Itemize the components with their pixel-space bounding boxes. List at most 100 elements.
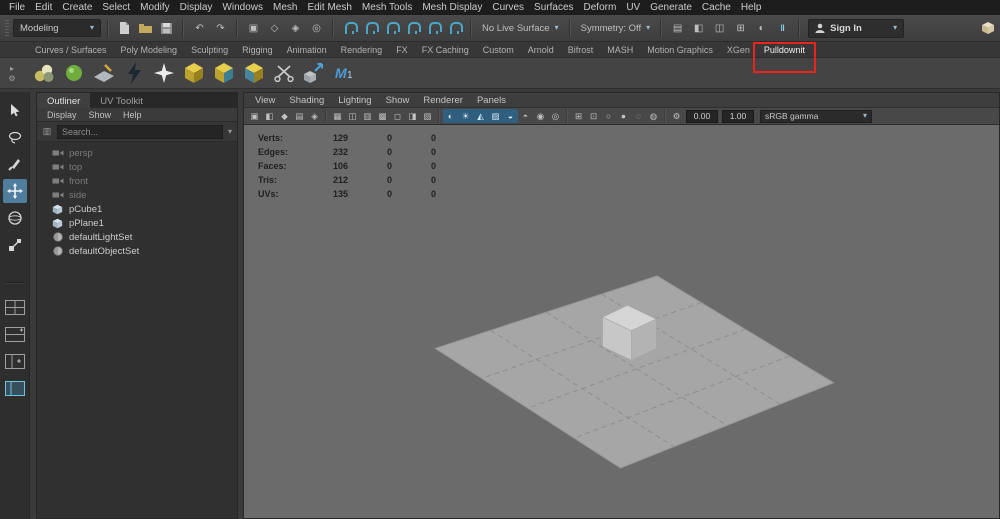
symmetry-dropdown[interactable]: Symmetry: Off ▾ [577,23,655,34]
menu-edit[interactable]: Edit [30,2,57,13]
grease-pencil-icon[interactable]: ◈ [307,109,322,123]
layout-four-pane-button[interactable] [3,297,27,317]
shelf-tab-motion-graphics[interactable]: Motion Graphics [640,43,720,57]
menu-uv[interactable]: UV [621,2,645,13]
outliner-item-pcube1[interactable]: pCube1 [37,202,237,216]
viewport-menu-renderer[interactable]: Renderer [416,95,470,106]
shelf-tab-arnold[interactable]: Arnold [521,43,561,57]
outliner-item-top[interactable]: top [37,160,237,174]
tab-uv-toolkit[interactable]: UV Toolkit [90,93,153,108]
safe-action-icon[interactable]: ◨ [405,109,420,123]
bookmark-icon[interactable]: ◆ [277,109,292,123]
layout-stacked-button[interactable] [3,324,27,344]
render-view-icon[interactable]: ▤ [668,19,687,37]
layout-outliner-persp-button[interactable] [3,378,27,398]
menu-help[interactable]: Help [736,2,767,13]
shelf-tab-fx-caching[interactable]: FX Caching [415,43,476,57]
menu-generate[interactable]: Generate [645,2,697,13]
plugin-display-icon[interactable]: ● [616,109,631,123]
shelf-tab-custom[interactable]: Custom [476,43,521,57]
shelf-icon-scissors[interactable] [271,60,297,86]
shelf-menu-icon[interactable]: ▸ [10,64,14,73]
shelf-tab-fx[interactable]: FX [389,43,415,57]
outliner-item-side[interactable]: side [37,188,237,202]
select-hierarchy-icon[interactable]: ▣ [244,19,263,37]
redo-icon[interactable]: ↷ [211,19,230,37]
live-surface-dropdown[interactable]: No Live Surface ▾ [478,23,563,34]
shelf-icon-green-sphere[interactable] [61,60,87,86]
outliner-menu-help[interactable]: Help [117,110,148,120]
shelf-icon-cube-teal-face[interactable] [211,60,237,86]
textured-mode-icon[interactable]: ◭ [473,109,488,123]
lasso-tool[interactable] [3,125,27,149]
safe-title-icon[interactable]: ▧ [420,109,435,123]
shelf-tab-sculpting[interactable]: Sculpting [184,43,235,57]
motion-blur-icon[interactable]: ◉ [533,109,548,123]
menu-surfaces[interactable]: Surfaces [529,2,578,13]
menu-mesh[interactable]: Mesh [268,2,302,13]
resolution-gate-icon[interactable]: ▥ [360,109,375,123]
view-cube-icon[interactable]: ▣ [247,109,262,123]
shadows-icon[interactable]: ◒ [503,109,518,123]
sign-in-button[interactable]: Sign In ▾ [808,19,904,38]
shelf-tab-bifrost[interactable]: Bifrost [561,43,601,57]
filter-icon[interactable]: ▥ [40,126,54,137]
display-layer-icon[interactable]: ◐ [752,19,771,37]
joints-xray-icon[interactable]: ⊡ [586,109,601,123]
make-live-icon[interactable] [445,19,464,37]
pause-evaluation-icon[interactable]: ‖ [773,19,792,37]
xray-icon[interactable]: ⊞ [571,109,586,123]
fog-icon[interactable]: ◍ [646,109,661,123]
shaded-mode-icon[interactable]: ☀ [458,109,473,123]
outliner-item-persp[interactable]: persp [37,146,237,160]
scale-tool[interactable] [3,233,27,257]
save-scene-icon[interactable] [157,19,176,37]
new-scene-icon[interactable] [115,19,134,37]
ipr-render-icon[interactable]: ◫ [710,19,729,37]
viewport-menu-shading[interactable]: Shading [282,95,331,106]
outliner-item-defaultobjectset[interactable]: defaultObjectSet [37,244,237,258]
shelf-tab-rigging[interactable]: Rigging [235,43,280,57]
shelf-icon-logo[interactable]: M1 [331,60,357,86]
menuset-dropdown[interactable]: Modeling ▾ [13,19,101,37]
shelf-icon-cube-arrow[interactable] [301,60,327,86]
image-plane-icon[interactable]: ▤ [292,109,307,123]
camera-lock-icon[interactable]: ◧ [262,109,277,123]
chevron-down-icon[interactable]: ▾ [226,127,234,136]
render-current-frame-icon[interactable]: ◧ [689,19,708,37]
snap-view-plane-icon[interactable] [424,19,443,37]
pplane1-mesh[interactable] [435,276,833,468]
menu-select[interactable]: Select [97,2,135,13]
shelf-tab-xgen[interactable]: XGen [720,43,757,57]
menu-file[interactable]: File [4,2,30,13]
undo-icon[interactable]: ↶ [190,19,209,37]
shelf-icon-spheres-cluster[interactable] [31,60,57,86]
menu-curves[interactable]: Curves [487,2,529,13]
snap-curve-icon[interactable] [361,19,380,37]
selection-mask-icon[interactable]: ◎ [307,19,326,37]
tab-outliner[interactable]: Outliner [37,93,90,108]
viewport-menu-show[interactable]: Show [379,95,417,106]
shelf-tab-mash[interactable]: MASH [600,43,640,57]
menu-edit-mesh[interactable]: Edit Mesh [302,2,356,13]
menu-mesh-display[interactable]: Mesh Display [417,2,487,13]
shelf-tab-rendering[interactable]: Rendering [334,43,390,57]
outliner-item-pplane1[interactable]: pPlane1 [37,216,237,230]
menu-deform[interactable]: Deform [579,2,622,13]
gamma-field[interactable] [722,110,754,123]
menu-mesh-tools[interactable]: Mesh Tools [357,2,417,13]
depth-of-field-icon[interactable]: ◌ [631,109,646,123]
layout-split-button[interactable] [3,351,27,371]
shelf-tab-curves-surfaces[interactable]: Curves / Surfaces [28,43,114,57]
select-component-icon[interactable]: ◈ [286,19,305,37]
gear-icon[interactable]: ⚙ [8,74,15,83]
workspace-icon[interactable] [978,19,997,37]
use-all-lights-icon[interactable]: ▨ [488,109,503,123]
shelf-icon-lightning[interactable] [121,60,147,86]
menu-display[interactable]: Display [175,2,218,13]
view-transform-dropdown[interactable]: sRGB gamma ▾ [760,110,872,123]
snap-projected-center-icon[interactable] [403,19,422,37]
outliner-item-front[interactable]: front [37,174,237,188]
outliner-menu-display[interactable]: Display [41,110,83,120]
gate-mask-icon[interactable]: ▩ [375,109,390,123]
